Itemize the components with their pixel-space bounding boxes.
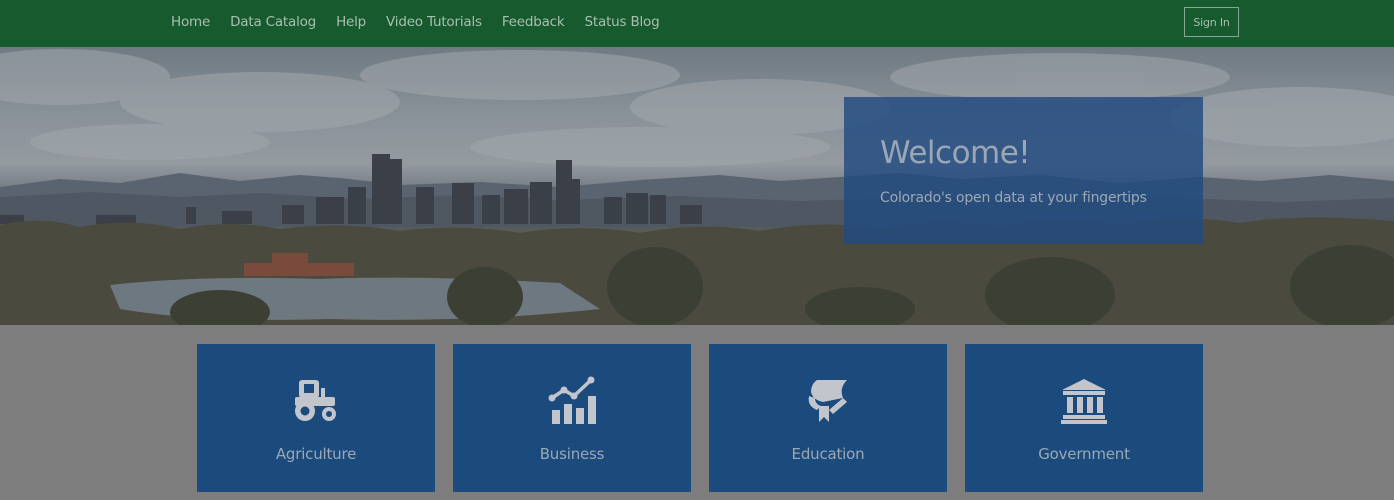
nav-feedback-link[interactable]: Feedback [502, 14, 565, 30]
chart-growth-icon [453, 376, 691, 426]
top-navbar: Home Data Catalog Help Video Tutorials F… [0, 0, 1394, 47]
category-tile-business[interactable]: Business [453, 344, 691, 492]
nav-video-tutorials-link[interactable]: Video Tutorials [386, 14, 482, 30]
welcome-subtitle: Colorado's open data at your fingertips [880, 190, 1147, 206]
category-tile-agriculture[interactable]: Agriculture [197, 344, 435, 492]
nav-status-blog-link[interactable]: Status Blog [585, 14, 660, 30]
category-tiles: Agriculture Business Education Governmen… [0, 325, 1394, 500]
category-tile-government[interactable]: Government [965, 344, 1203, 492]
nav-data-catalog-link[interactable]: Data Catalog [230, 14, 316, 30]
welcome-panel: Welcome! Colorado's open data at your fi… [844, 97, 1203, 244]
welcome-title: Welcome! [880, 135, 1031, 171]
hero-banner: Welcome! Colorado's open data at your fi… [0, 47, 1394, 325]
category-tile-education[interactable]: Education [709, 344, 947, 492]
nav-home-link[interactable]: Home [171, 14, 210, 30]
nav-help-link[interactable]: Help [336, 14, 366, 30]
category-label-government: Government [1038, 445, 1130, 463]
category-label-agriculture: Agriculture [275, 445, 357, 463]
institution-icon [965, 376, 1203, 426]
diploma-icon [709, 376, 947, 426]
sign-in-button[interactable]: Sign In [1184, 7, 1239, 37]
category-label-business: Business [539, 445, 605, 463]
main-nav: Home Data Catalog Help Video Tutorials F… [171, 0, 679, 44]
tractor-icon [197, 376, 435, 426]
category-label-education: Education [791, 445, 865, 463]
